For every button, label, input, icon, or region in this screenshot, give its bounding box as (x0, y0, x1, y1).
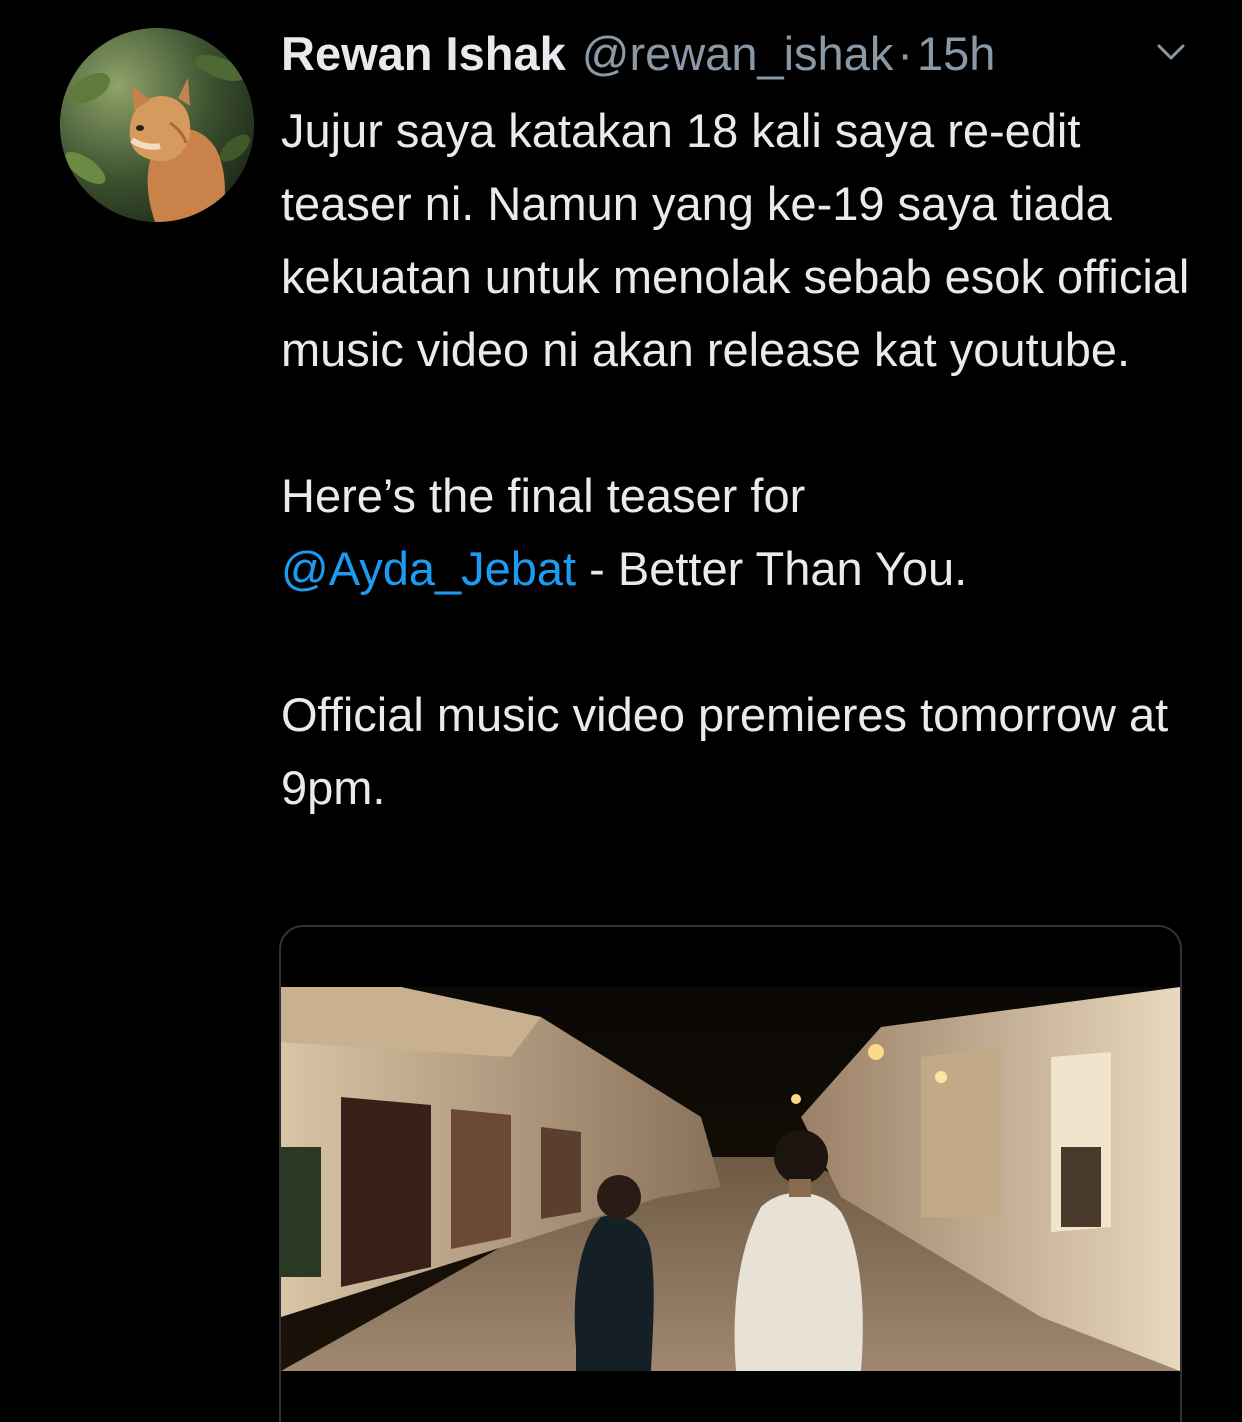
mention-link[interactable]: @Ayda_Jebat (281, 542, 576, 595)
timestamp[interactable]: 15h (917, 24, 995, 84)
tweet-text: Jujur saya katakan 18 kali saya re-edit … (281, 94, 1211, 824)
tweet-paragraph-2: Here’s the final teaser for @Ayda_Jebat -… (281, 459, 1211, 605)
video-media[interactable] (279, 925, 1182, 1422)
tweet-paragraph-3: Official music video premieres tomorrow … (281, 688, 1169, 814)
video-thumbnail (281, 987, 1180, 1371)
tweet[interactable]: Rewan Ishak @rewan_ishak · 15h Jujur say… (0, 0, 1242, 1422)
cat-avatar-image (60, 28, 254, 222)
avatar[interactable] (60, 28, 254, 222)
paragraph-2-prefix: Here’s the final teaser for (281, 469, 806, 522)
chevron-down-icon[interactable] (1153, 36, 1189, 66)
user-handle[interactable]: @rewan_ishak (582, 24, 894, 84)
display-name[interactable]: Rewan Ishak (281, 24, 566, 84)
paragraph-2-suffix: - Better Than You. (576, 542, 968, 595)
separator-dot: · (897, 27, 913, 80)
tweet-header: Rewan Ishak @rewan_ishak · 15h (281, 24, 995, 84)
tweet-paragraph-1: Jujur saya katakan 18 kali saya re-edit … (281, 104, 1190, 376)
